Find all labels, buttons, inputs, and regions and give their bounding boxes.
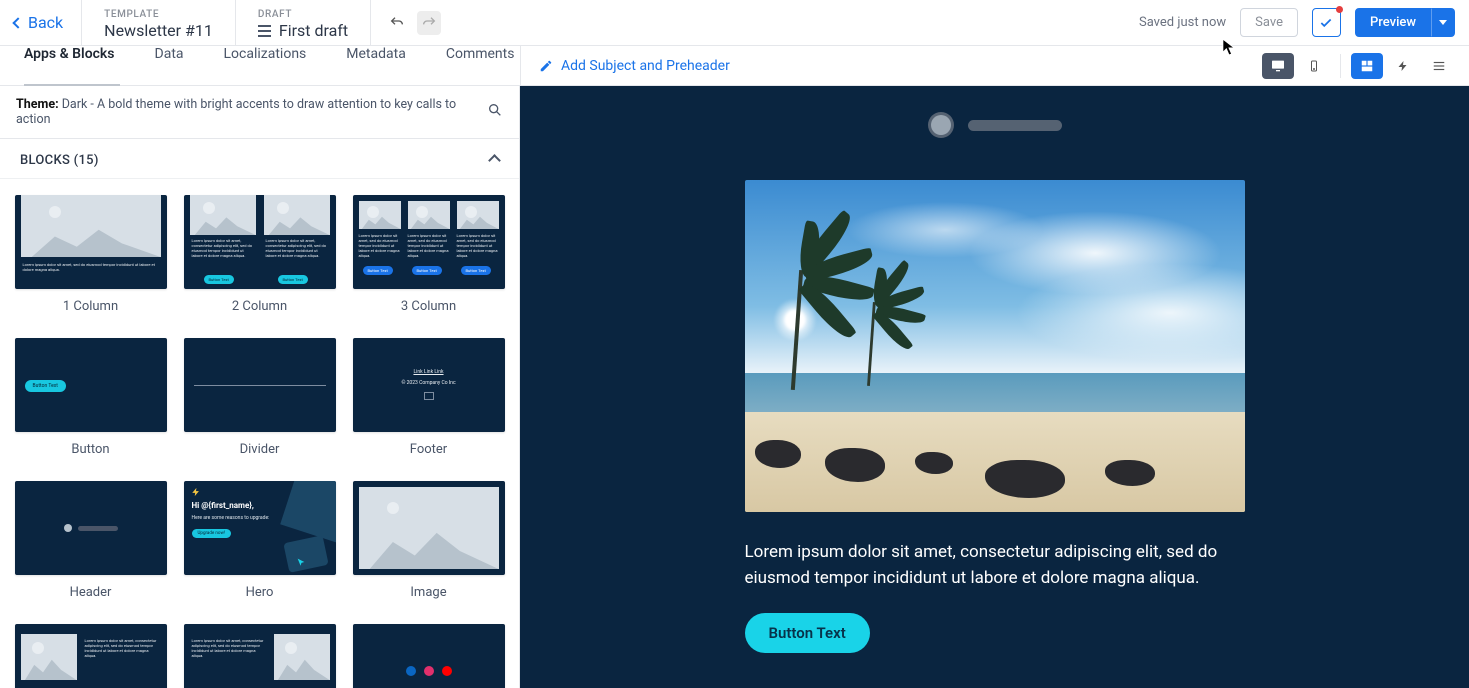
chevron-down-icon (1439, 20, 1447, 25)
status-save-region: Saved just now Save Preview (1139, 0, 1469, 45)
cursor-icon (1222, 38, 1236, 60)
menu-icon (258, 25, 271, 37)
draft-label: DRAFT (258, 9, 348, 20)
mobile-view-button[interactable] (1298, 53, 1330, 79)
block-button[interactable]: Button Text Button (14, 338, 167, 457)
hero-image-placeholder[interactable] (745, 180, 1245, 512)
block-image-left[interactable]: Lorem ipsum dolor sit amet, consectetur … (14, 624, 167, 688)
block-label: Divider (240, 442, 280, 457)
one-column-content[interactable]: Lorem ipsum dolor sit amet, consectetur … (745, 180, 1245, 653)
block-1-column[interactable]: Lorem ipsum dolor sit amet, sed do eiusm… (14, 195, 167, 314)
tab-metadata[interactable]: Metadata (346, 46, 406, 62)
blocks-header[interactable]: BLOCKS (15) (0, 139, 519, 179)
lightning-button[interactable] (1387, 53, 1419, 79)
block-2-column[interactable]: Lorem ipsum dolor sit amet, consectetur … (183, 195, 336, 314)
list-view-button[interactable] (1423, 53, 1455, 79)
template-label: TEMPLATE (104, 9, 213, 20)
undo-redo-group (371, 0, 455, 45)
block-label: Image (410, 585, 446, 600)
tab-comments[interactable]: Comments (446, 46, 515, 62)
notification-dot-icon (1336, 6, 1343, 13)
back-button[interactable]: Back (14, 13, 63, 32)
topbar: Back TEMPLATE Newsletter #11 DRAFT First… (0, 0, 1469, 46)
header-placeholder[interactable] (520, 112, 1469, 138)
block-3-column[interactable]: Lorem ipsum dolor sit amet, sed do eiusm… (352, 195, 505, 314)
preview-dropdown-button[interactable] (1431, 8, 1455, 37)
back-label: Back (28, 13, 63, 32)
tab-data[interactable]: Data (155, 46, 184, 62)
block-header[interactable]: Header (14, 481, 167, 600)
theme-bar[interactable]: Theme: Dark - A bold theme with bright a… (0, 86, 519, 139)
block-image-right[interactable]: Lorem ipsum dolor sit amet, consectetur … (183, 624, 336, 688)
tab-localizations[interactable]: Localizations (224, 46, 307, 62)
canvas-wrap[interactable]: Lorem ipsum dolor sit amet, consectetur … (520, 86, 1469, 688)
block-image[interactable]: Image (352, 481, 505, 600)
back-region: Back (0, 0, 82, 45)
main: Theme: Dark - A bold theme with bright a… (0, 86, 1469, 688)
save-button[interactable]: Save (1240, 8, 1298, 37)
tab-underline (24, 84, 120, 86)
body-text[interactable]: Lorem ipsum dolor sit amet, consectetur … (745, 540, 1245, 591)
template-column[interactable]: TEMPLATE Newsletter #11 (82, 0, 236, 45)
undo-button[interactable] (385, 11, 409, 35)
check-button[interactable] (1312, 8, 1341, 37)
block-social[interactable] (352, 624, 505, 688)
search-icon[interactable] (487, 102, 503, 122)
block-label: 3 Column (401, 299, 456, 314)
chevron-up-icon (488, 154, 501, 167)
add-subject-link[interactable]: Add Subject and Preheader (561, 58, 730, 74)
secondrow: Apps & Blocks Data Localizations Metadat… (0, 46, 1469, 86)
desktop-view-button[interactable] (1262, 53, 1294, 79)
saved-status: Saved just now (1139, 15, 1226, 30)
sidebar: Theme: Dark - A bold theme with bright a… (0, 86, 520, 688)
title-placeholder (968, 120, 1062, 131)
draft-column[interactable]: DRAFT First draft (236, 0, 371, 45)
chevron-left-icon (12, 17, 23, 28)
pencil-icon (539, 59, 553, 73)
subject-area: Add Subject and Preheader (520, 46, 1262, 85)
block-label: Button (71, 442, 109, 457)
sidebar-tabs: Apps & Blocks Data Localizations Metadat… (0, 46, 520, 62)
youtube-icon (442, 666, 452, 676)
blocks-grid: Lorem ipsum dolor sit amet, sed do eiusm… (0, 179, 519, 688)
block-label: 2 Column (232, 299, 287, 314)
block-hero[interactable]: Hi @{first_name}, Here are some reasons … (183, 481, 336, 600)
block-label: Footer (410, 442, 447, 457)
avatar-placeholder-icon (928, 112, 954, 138)
instagram-icon (424, 666, 434, 676)
canvas-tools (1262, 46, 1469, 85)
draft-value: First draft (258, 21, 348, 40)
redo-button[interactable] (417, 11, 441, 35)
template-value: Newsletter #11 (104, 21, 213, 40)
cta-button[interactable]: Button Text (745, 613, 870, 653)
email-canvas[interactable]: Lorem ipsum dolor sit amet, consectetur … (520, 86, 1469, 688)
block-label: 1 Column (63, 299, 118, 314)
block-divider[interactable]: Divider (183, 338, 336, 457)
block-label: Hero (246, 585, 274, 600)
preview-button[interactable]: Preview (1355, 8, 1431, 37)
linkedin-icon (406, 666, 416, 676)
meta-columns: TEMPLATE Newsletter #11 DRAFT First draf… (82, 0, 371, 45)
block-footer[interactable]: Link Link Link © 2023 Company Co Inc Foo… (352, 338, 505, 457)
layout-view-button[interactable] (1351, 53, 1383, 79)
block-label: Header (70, 585, 112, 600)
tab-apps-blocks[interactable]: Apps & Blocks (24, 46, 115, 62)
